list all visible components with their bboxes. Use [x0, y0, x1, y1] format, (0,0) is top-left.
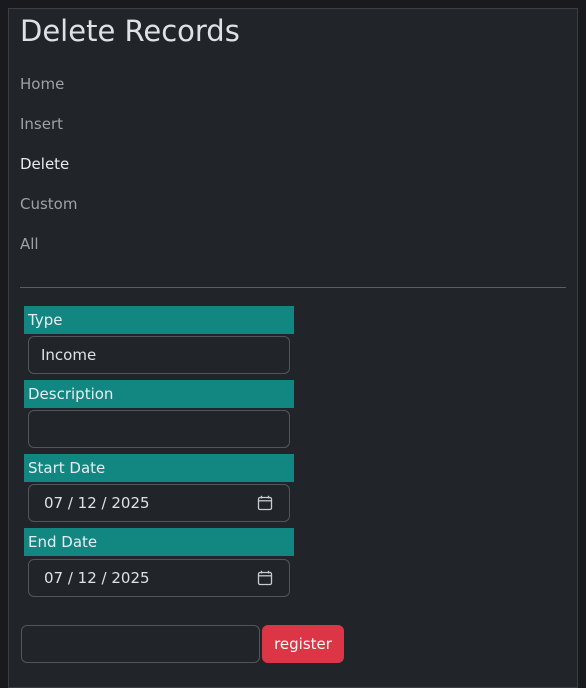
- register-input[interactable]: [21, 625, 260, 663]
- divider: [20, 287, 566, 288]
- type-select[interactable]: Income: [28, 336, 290, 374]
- nav-item-custom[interactable]: Custom: [20, 189, 77, 229]
- register-button[interactable]: register: [262, 625, 344, 663]
- nav-item-insert[interactable]: Insert: [20, 109, 77, 149]
- calendar-icon[interactable]: [257, 570, 273, 586]
- calendar-icon[interactable]: [257, 495, 273, 511]
- nav-item-home[interactable]: Home: [20, 69, 77, 109]
- main-panel: Delete Records Home Insert Delete Custom…: [8, 8, 578, 688]
- end-date-label: End Date: [24, 528, 294, 556]
- start-date-label: Start Date: [24, 454, 294, 482]
- nav-item-delete[interactable]: Delete: [20, 149, 77, 189]
- description-input[interactable]: [28, 410, 290, 448]
- start-date-input[interactable]: 07 / 12 / 2025: [28, 484, 290, 522]
- page-title: Delete Records: [20, 14, 240, 48]
- end-date-input[interactable]: 07 / 12 / 2025: [28, 559, 290, 597]
- nav-item-all[interactable]: All: [20, 229, 77, 269]
- description-label: Description: [24, 380, 294, 408]
- end-date-value: 07 / 12 / 2025: [44, 569, 150, 587]
- type-label: Type: [24, 306, 294, 334]
- start-date-value: 07 / 12 / 2025: [44, 494, 150, 512]
- nav-list: Home Insert Delete Custom All: [20, 69, 77, 269]
